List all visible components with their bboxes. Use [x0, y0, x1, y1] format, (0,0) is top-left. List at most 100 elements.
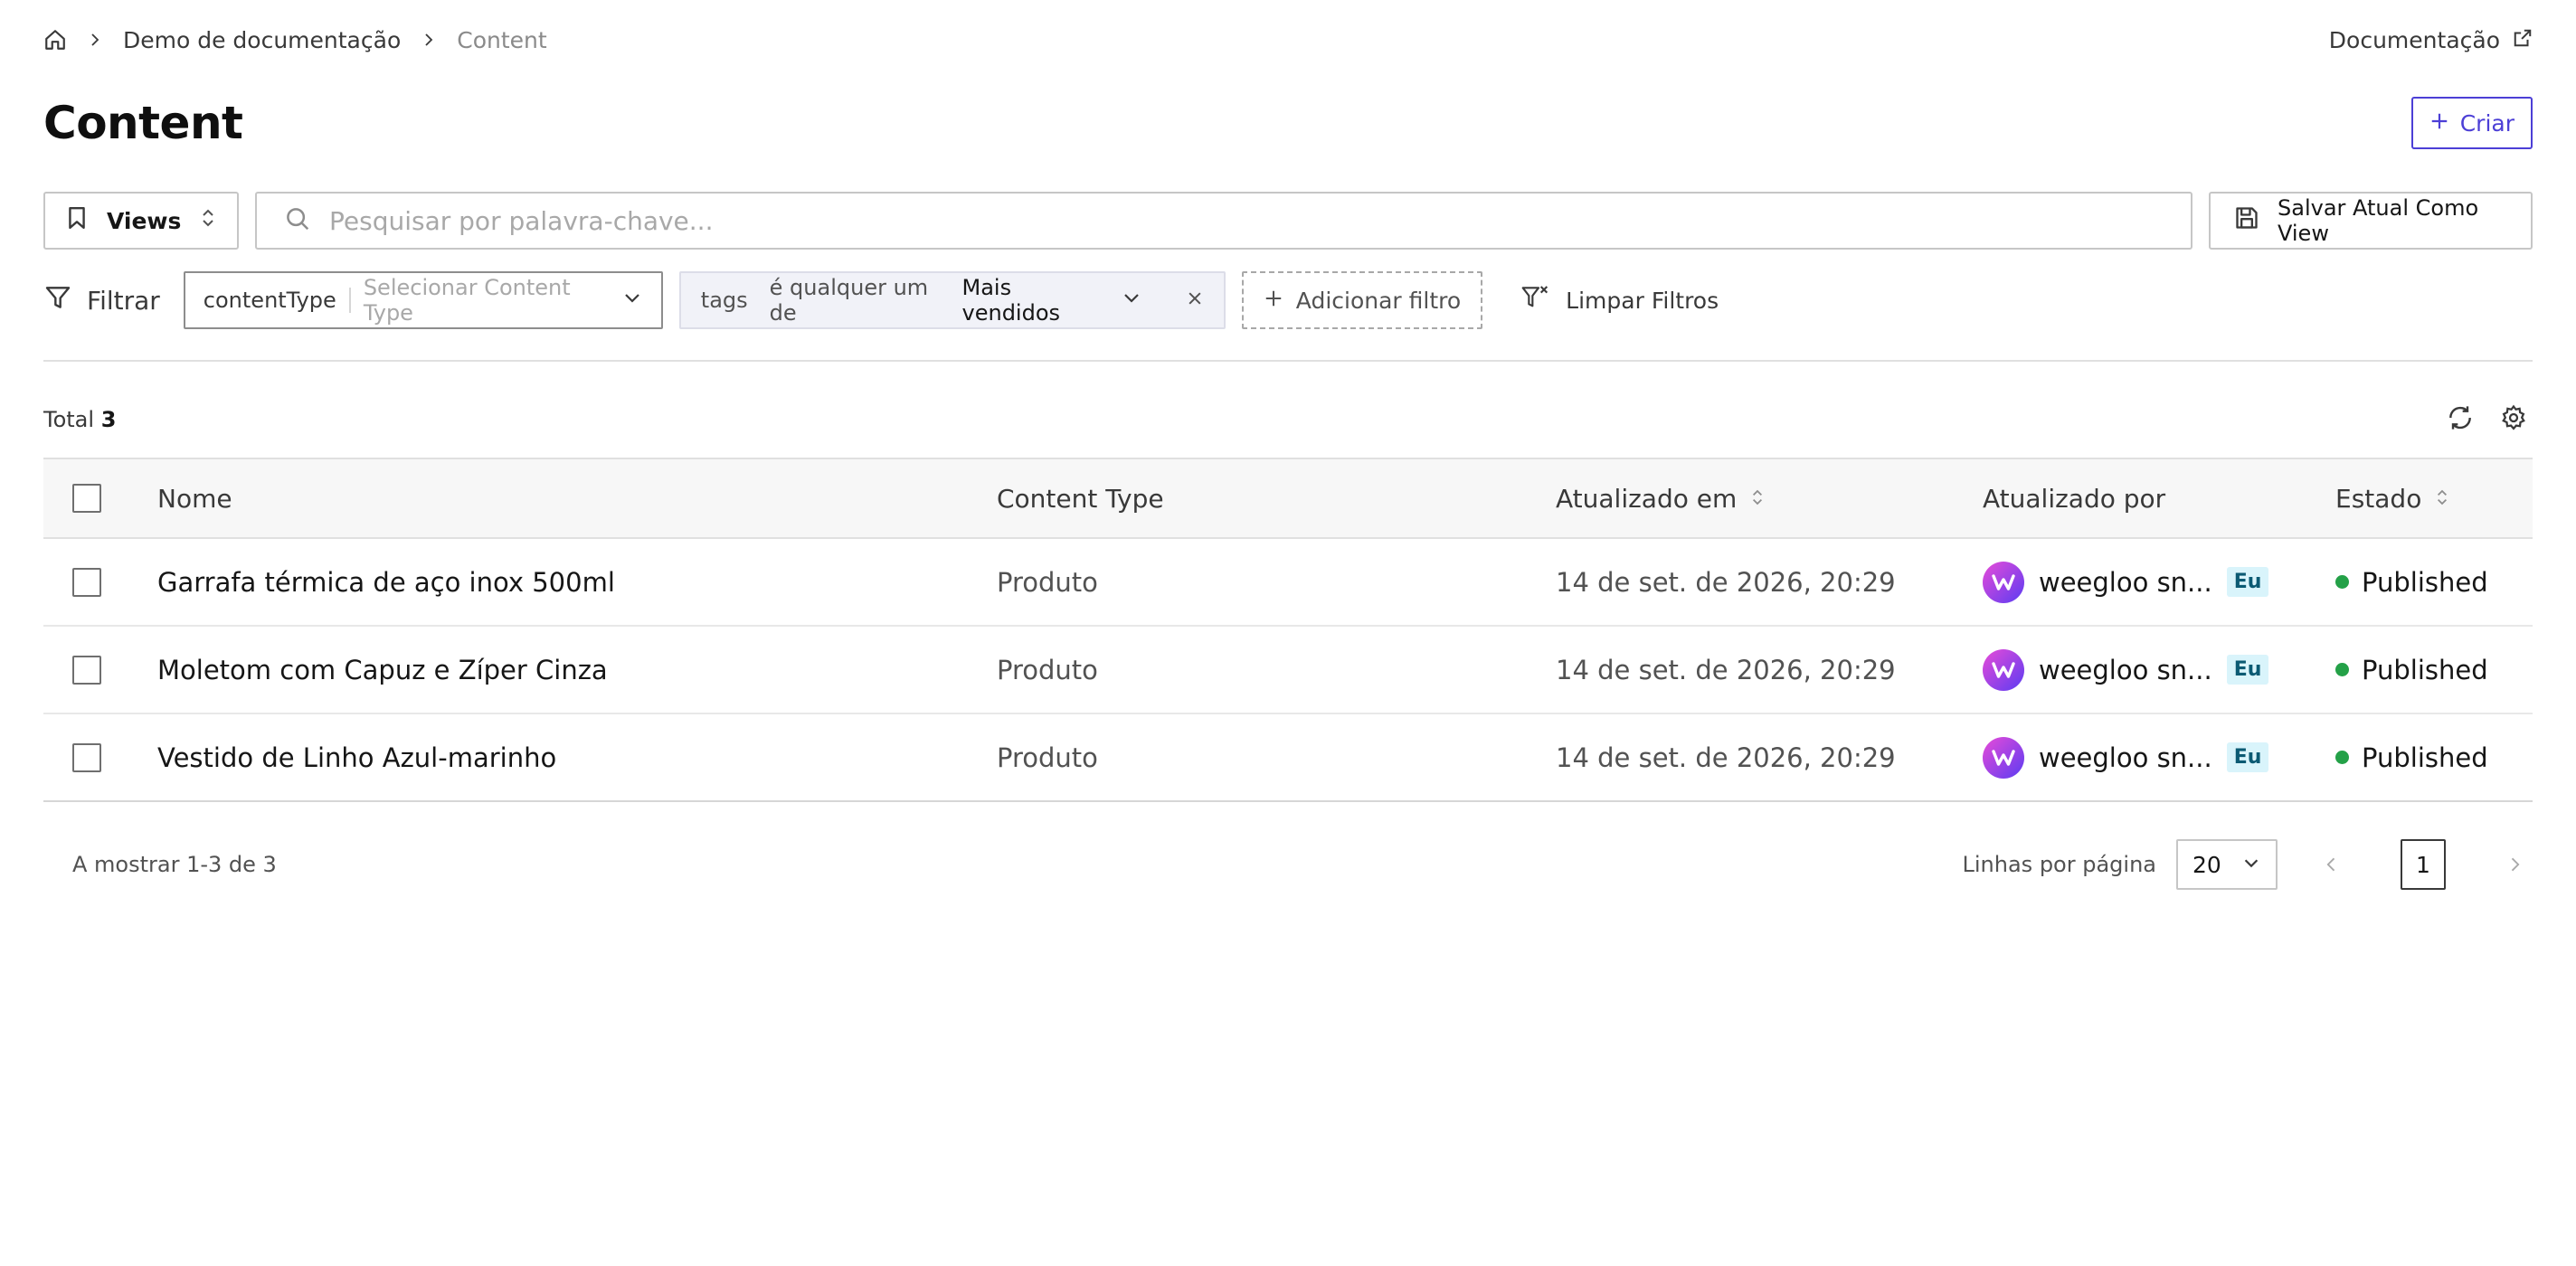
- total-value: 3: [100, 407, 117, 432]
- column-header-name-label: Nome: [157, 483, 232, 514]
- save-view-button[interactable]: Salvar Atual Como View: [2209, 192, 2533, 250]
- create-button[interactable]: Criar: [2410, 97, 2533, 149]
- status-dot: [2335, 575, 2349, 589]
- tags-filter[interactable]: tags é qualquer um de Mais vendidos: [678, 271, 1226, 329]
- tags-filter-key: tags: [700, 288, 748, 313]
- cell-content-type: Produto: [997, 742, 1098, 773]
- me-badge: Eu: [2226, 655, 2269, 685]
- sort-arrows-icon: [201, 207, 215, 234]
- chevron-down-icon: [621, 287, 643, 314]
- filter-label-text: Filtrar: [87, 285, 160, 316]
- breadcrumb: Demo de documentação Content: [43, 27, 547, 53]
- row-checkbox[interactable]: [72, 567, 101, 597]
- table-tools: [2446, 403, 2533, 436]
- column-header-state-label: Estado: [2335, 483, 2422, 514]
- plus-icon: [1264, 288, 1283, 314]
- add-filter-button[interactable]: Adicionar filtro: [1241, 271, 1483, 329]
- row-checkbox-cell: [43, 655, 157, 685]
- filter-label: Filtrar: [43, 283, 160, 318]
- table-row[interactable]: Moletom com Capuz e Zíper Cinza Produto …: [43, 627, 2533, 714]
- content-type-filter[interactable]: contentType Selecionar Content Type: [183, 271, 663, 329]
- me-badge: Eu: [2226, 742, 2269, 772]
- gear-icon[interactable]: [2500, 404, 2527, 435]
- showing-range: A mostrar 1-3 de 3: [72, 852, 277, 877]
- select-all-checkbox[interactable]: [72, 484, 101, 513]
- sort-arrows-icon[interactable]: [1751, 484, 1764, 514]
- search-box[interactable]: [255, 192, 2192, 250]
- tags-filter-operator: é qualquer um de: [769, 275, 929, 326]
- chevron-down-icon: [2241, 852, 2261, 878]
- cell-state: Published: [2335, 655, 2533, 685]
- cell-updated-at: 14 de set. de 2026, 20:29: [1556, 566, 1896, 598]
- bookmark-icon: [67, 206, 87, 235]
- home-icon[interactable]: [43, 28, 67, 52]
- column-header-state[interactable]: Estado: [2335, 484, 2533, 514]
- row-checkbox[interactable]: [72, 742, 101, 772]
- status-dot: [2335, 663, 2349, 676]
- updated-by-name: weegloo sn...: [2039, 654, 2212, 685]
- content-type-filter-key: contentType: [203, 288, 336, 313]
- plus-icon: [2429, 110, 2449, 137]
- divider: [43, 360, 2533, 362]
- views-button[interactable]: Views: [43, 192, 239, 250]
- rows-per-page-label: Linhas por página: [1962, 852, 2156, 877]
- table-row[interactable]: Garrafa térmica de aço inox 500ml Produt…: [43, 539, 2533, 627]
- header-checkbox-cell: [43, 484, 157, 513]
- close-icon[interactable]: [1186, 288, 1204, 313]
- cell-content-type: Produto: [997, 654, 1098, 685]
- status-label: Published: [2362, 742, 2488, 773]
- clear-filters-label: Limpar Filtros: [1566, 287, 1719, 314]
- row-checkbox-cell: [43, 742, 157, 772]
- refresh-icon[interactable]: [2446, 403, 2475, 436]
- page-number-button[interactable]: 1: [2401, 839, 2446, 890]
- cell-name[interactable]: Garrafa térmica de aço inox 500ml: [157, 567, 997, 598]
- cell-state: Published: [2335, 567, 2533, 598]
- cell-content-type: Produto: [997, 566, 1098, 598]
- avatar: [1983, 561, 2024, 603]
- page-header: Content Criar: [43, 96, 2533, 150]
- cell-updated-by: weegloo sn... Eu: [1983, 736, 2335, 779]
- chevron-down-icon[interactable]: [1121, 287, 1142, 314]
- avatar: [1983, 736, 2024, 779]
- cell-updated-by: weegloo sn... Eu: [1983, 648, 2335, 691]
- sort-arrows-icon[interactable]: [2436, 484, 2448, 514]
- search-icon: [284, 205, 311, 236]
- breadcrumb-item-current: Content: [457, 26, 547, 53]
- row-checkbox[interactable]: [72, 655, 101, 685]
- rows-per-page-select[interactable]: 20: [2176, 839, 2278, 890]
- save-view-label: Salvar Atual Como View: [2278, 195, 2479, 246]
- column-header-updated-by[interactable]: Atualizado por: [1983, 484, 2335, 514]
- create-button-label: Criar: [2459, 109, 2514, 137]
- documentation-label: Documentação: [2328, 26, 2500, 53]
- cell-name[interactable]: Moletom com Capuz e Zíper Cinza: [157, 655, 997, 685]
- row-checkbox-cell: [43, 567, 157, 597]
- cell-name[interactable]: Vestido de Linho Azul-marinho: [157, 742, 997, 773]
- clear-filters-button[interactable]: Limpar Filtros: [1520, 283, 1719, 317]
- total-label: Total: [43, 407, 95, 432]
- updated-by-name: weegloo sn...: [2039, 742, 2212, 773]
- previous-page-button[interactable]: [2314, 854, 2350, 875]
- cell-state: Published: [2335, 742, 2533, 773]
- table-row[interactable]: Vestido de Linho Azul-marinho Produto 14…: [43, 714, 2533, 802]
- table-header: Nome Content Type Atualizado em Atualiza…: [43, 458, 2533, 539]
- column-header-updated-by-label: Atualizado por: [1983, 483, 2166, 514]
- tags-filter-value: Mais vendidos: [961, 275, 1061, 326]
- column-header-updated-at[interactable]: Atualizado em: [1556, 484, 1983, 514]
- search-input[interactable]: [329, 205, 2164, 236]
- documentation-link[interactable]: Documentação: [2329, 27, 2533, 53]
- column-header-name[interactable]: Nome: [157, 484, 997, 514]
- status-dot: [2335, 751, 2349, 764]
- pagination: A mostrar 1-3 de 3 Linhas por página 20 …: [43, 837, 2533, 892]
- top-bar: Demo de documentação Content Documentaçã…: [43, 20, 2533, 60]
- views-button-label: Views: [107, 207, 182, 234]
- separator: [348, 288, 351, 313]
- next-page-button[interactable]: [2496, 854, 2533, 875]
- cell-updated-at: 14 de set. de 2026, 20:29: [1556, 742, 1896, 773]
- column-header-content-type[interactable]: Content Type: [997, 484, 1556, 514]
- breadcrumb-item-project[interactable]: Demo de documentação: [123, 27, 401, 53]
- page-title: Content: [43, 97, 243, 149]
- external-link-icon: [2513, 27, 2533, 53]
- total-row: Total 3: [43, 398, 2533, 441]
- me-badge: Eu: [2226, 567, 2269, 597]
- pagination-controls: Linhas por página 20 1: [1963, 839, 2533, 890]
